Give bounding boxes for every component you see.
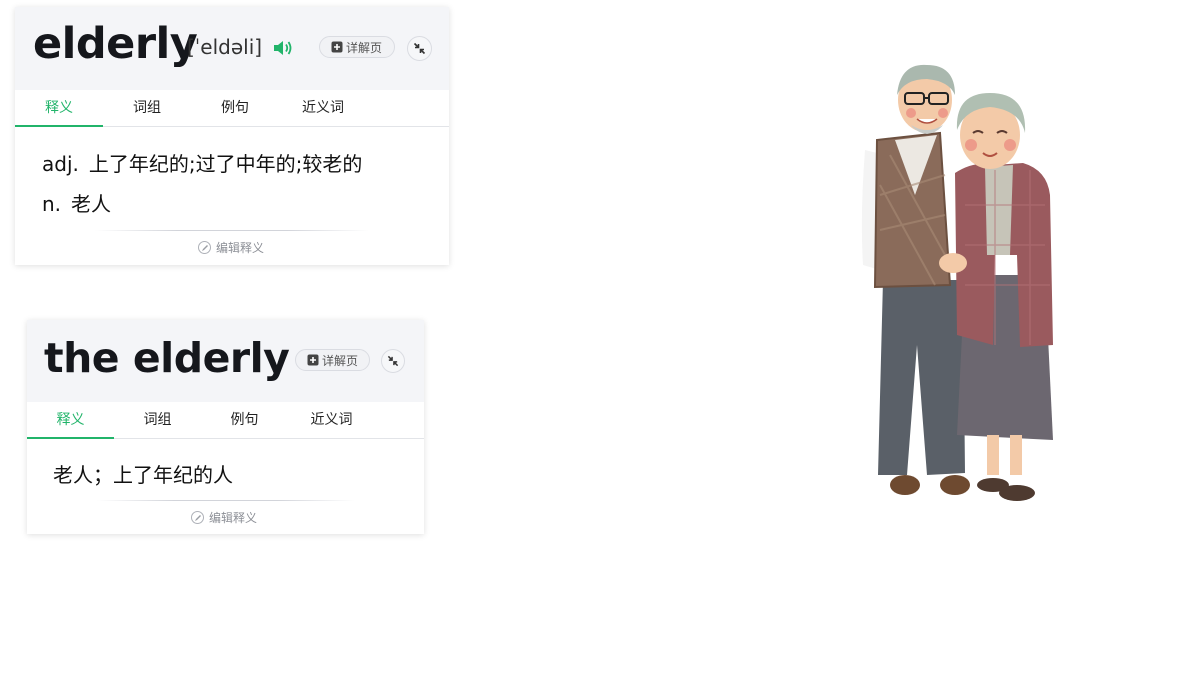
edit-definition-link[interactable]: 编辑释义 <box>191 509 257 526</box>
pencil-icon <box>191 511 204 524</box>
pencil-icon <box>198 241 211 254</box>
collapse-arrows-icon <box>413 42 426 55</box>
part-of-speech: n. <box>42 192 62 216</box>
collapse-arrows-icon <box>387 355 399 367</box>
definition-text: 老人；上了年纪的人 <box>53 463 233 487</box>
tab-phrases[interactable]: 词组 <box>103 90 191 126</box>
card-header: elderly [ˈeldəli] 详解页 <box>15 7 449 90</box>
tab-synonyms[interactable]: 近义词 <box>288 402 375 438</box>
speaker-icon[interactable] <box>272 38 294 58</box>
collapse-button[interactable] <box>381 349 405 373</box>
detail-page-label: 详解页 <box>346 40 383 55</box>
collapse-button[interactable] <box>407 36 432 61</box>
tab-definitions[interactable]: 释义 <box>27 402 114 439</box>
dictionary-card-elderly: elderly [ˈeldəli] 详解页 释义 词组 例句 近义词 adj. … <box>15 7 449 265</box>
tab-bar: 释义 词组 例句 近义词 <box>15 90 449 127</box>
tab-examples[interactable]: 例句 <box>191 90 279 126</box>
headword: elderly <box>33 19 198 69</box>
tab-bar: 释义 词组 例句 近义词 <box>27 402 424 439</box>
divider <box>97 500 355 501</box>
edit-definition-label: 编辑释义 <box>209 511 258 525</box>
document-plus-icon <box>331 41 343 53</box>
elderly-couple-illustration <box>861 64 1053 501</box>
definition-line: n. 老人 <box>42 188 111 217</box>
document-plus-icon <box>307 354 319 366</box>
definition-line: adj. 上了年纪的;过了中年的;较老的 <box>42 148 362 177</box>
tab-definitions[interactable]: 释义 <box>15 90 103 127</box>
dictionary-card-the-elderly: the elderly 详解页 释义 词组 例句 近义词 老人；上了年纪的人 编… <box>27 320 424 534</box>
tab-examples[interactable]: 例句 <box>201 402 288 438</box>
divider <box>95 230 369 231</box>
tab-synonyms[interactable]: 近义词 <box>279 90 367 126</box>
tab-phrases[interactable]: 词组 <box>114 402 201 438</box>
detail-page-button[interactable]: 详解页 <box>295 349 370 371</box>
definition-text: 上了年纪的;过了中年的;较老的 <box>88 152 363 176</box>
definition-text: 老人 <box>71 192 112 216</box>
edit-definition-label: 编辑释义 <box>216 241 265 255</box>
phonetic: [ˈeldəli] <box>187 35 263 59</box>
headword: the elderly <box>44 334 290 382</box>
definition-line: 老人；上了年纪的人 <box>53 459 233 488</box>
detail-page-button[interactable]: 详解页 <box>319 36 395 58</box>
part-of-speech: adj. <box>42 152 79 176</box>
detail-page-label: 详解页 <box>322 353 359 368</box>
edit-definition-link[interactable]: 编辑释义 <box>198 239 264 256</box>
card-header: the elderly 详解页 <box>27 320 424 402</box>
